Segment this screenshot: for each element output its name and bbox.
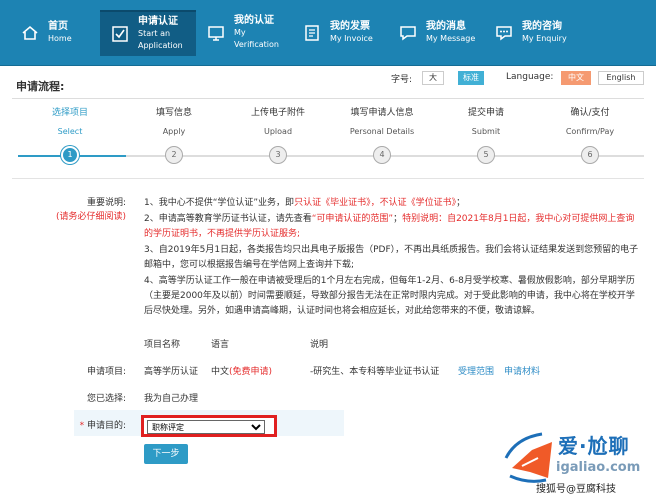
nav-start-en: Start an Application	[138, 29, 183, 50]
nav-start-cn: 申请认证	[138, 16, 178, 27]
language-label: Language:	[506, 72, 554, 82]
message-icon	[398, 23, 418, 43]
item-description: -研究生、本专科等毕业证书认证	[310, 367, 440, 377]
nav-home-en: Home	[48, 34, 72, 43]
divider	[12, 98, 644, 99]
lang-chinese-button[interactable]: 中文	[561, 71, 591, 85]
notice-1-a: 1、我中心不提供“学位认证”业务，即	[144, 198, 295, 208]
nav-invoice-en: My Invoice	[330, 34, 373, 43]
nav-invoice-cn: 我的发票	[330, 21, 370, 32]
page-title: 申请流程:	[16, 80, 65, 93]
notice-1-b: 只认证《毕业证书》，不认证《学位证书》	[294, 198, 457, 208]
notice-label: 重要说明: (请务必仔细阅读)	[56, 196, 126, 224]
item-language: 中文(免费申请)	[211, 364, 272, 377]
scope-range-link[interactable]: 受理范围	[458, 364, 494, 377]
apply-item-label: 申请项目:	[86, 367, 126, 377]
step-4-circle: 4	[373, 146, 391, 164]
nav-my-message[interactable]: 我的消息 My Message	[388, 0, 484, 66]
step-3-circle: 3	[269, 146, 287, 164]
watermark-brand: 爱·尬聊	[558, 434, 630, 458]
font-large-button[interactable]: 大	[422, 71, 444, 85]
notice-1-c: ；	[456, 198, 466, 208]
step-personal-cn: 填写申请人信息	[350, 108, 414, 118]
nav-my-invoice[interactable]: 我的发票 My Invoice	[292, 0, 388, 66]
enquiry-icon	[494, 23, 514, 43]
notice-text: 1、我中心不提供“学位认证”业务，即只认证《毕业证书》，不认证《学位证书》； 2…	[144, 196, 640, 320]
lang-english-button[interactable]: English	[598, 71, 644, 85]
purpose-label-text: 申请目的:	[86, 421, 126, 431]
step-confirm-pay: 确认/支付 Confirm/Pay	[545, 107, 635, 138]
notice-2-a: 2、申请高等教育学历证书认证，请先查看	[144, 214, 312, 224]
notice-1: 1、我中心不提供“学位认证”业务，即只认证《毕业证书》，不认证《学位证书》；	[144, 196, 640, 211]
step-select-cn: 选择项目	[51, 108, 88, 118]
notice-4: 4、高等学历认证工作一般在申请被受理后的1个月左右完成，但每年1-2月、6-8月…	[144, 276, 635, 316]
purpose-label: * 申请目的:	[80, 418, 126, 431]
monitor-icon	[206, 23, 226, 43]
col-header-lang: 语言	[211, 340, 230, 350]
choice-label: 您已选择:	[86, 394, 126, 404]
checkbox-icon	[110, 24, 130, 44]
step-submit: 提交申请 Submit	[441, 107, 531, 138]
notice-3: 3、自2019年5月1日起，各类报告均只出具电子版报告（PDF），不再出具纸质报…	[144, 245, 639, 270]
nav-start-application[interactable]: 申请认证 Start an Application	[100, 10, 196, 56]
step-confirm-en: Confirm/Pay	[565, 127, 615, 136]
nav-verif-en: My Verification	[234, 28, 279, 49]
step-submit-cn: 提交申请	[467, 108, 504, 118]
nav-enquiry-en: My Enquiry	[522, 34, 567, 43]
step-2-circle: 2	[165, 146, 183, 164]
item-free-text: (免费申请)	[229, 367, 273, 377]
divider	[12, 178, 644, 179]
scope-link[interactable]: “可申请认证的范围”	[312, 214, 393, 224]
item-name: 高等学历认证	[144, 367, 199, 377]
step-personal-en: Personal Details	[349, 127, 415, 136]
required-star: *	[79, 421, 85, 431]
step-personal-details: 填写申请人信息 Personal Details	[337, 107, 427, 138]
invoice-icon	[302, 23, 322, 43]
step-6-circle: 6	[581, 146, 599, 164]
nav-verif-cn: 我的认证	[234, 15, 274, 26]
purpose-highlight: 职称评定	[141, 415, 277, 437]
notice-label-note: (请务必仔细阅读)	[55, 212, 126, 222]
item-lang-text: 中文	[211, 367, 230, 377]
notice-2-c: ；	[393, 214, 403, 224]
step-apply-en: Apply	[162, 127, 186, 136]
nav-enquiry-cn: 我的咨询	[522, 21, 562, 32]
megaphone-logo-icon	[504, 432, 552, 483]
materials-link[interactable]: 申请材料	[504, 364, 540, 377]
font-standard-button[interactable]: 标准	[458, 71, 484, 85]
next-button[interactable]: 下一步	[144, 444, 188, 464]
step-upload-cn: 上传电子附件	[250, 108, 305, 118]
purpose-select[interactable]: 职称评定	[147, 420, 265, 434]
notice-label-text: 重要说明:	[86, 198, 126, 208]
nav-home[interactable]: 首页 Home	[0, 0, 100, 66]
nav-home-cn: 首页	[48, 21, 68, 32]
step-submit-en: Submit	[471, 127, 501, 136]
step-upload-en: Upload	[263, 127, 293, 136]
watermark-byline: 搜狐号@豆腐科技	[536, 484, 616, 495]
nav-message-en: My Message	[426, 34, 476, 43]
watermark-url: igaliao.com	[556, 460, 641, 475]
home-icon	[20, 23, 40, 43]
step-upload: 上传电子附件 Upload	[233, 107, 323, 138]
step-1-circle: 1	[61, 146, 79, 164]
nav-message-cn: 我的消息	[426, 21, 466, 32]
choice-value: 我为自己办理	[144, 394, 199, 404]
step-apply-cn: 填写信息	[155, 108, 192, 118]
nav-my-verification[interactable]: 我的认证 My Verification	[196, 0, 292, 66]
notice-2: 2、申请高等教育学历证书认证，请先查看“可申请认证的范围”；特别说明：自2021…	[144, 212, 640, 242]
col-header-name: 项目名称	[144, 340, 181, 350]
step-confirm-cn: 确认/支付	[570, 108, 610, 118]
step-select: 选择项目 Select	[25, 107, 115, 138]
font-size-label: 字号:	[391, 75, 413, 85]
col-header-desc: 说明	[310, 340, 329, 350]
step-5-circle: 5	[477, 146, 495, 164]
step-apply: 填写信息 Apply	[129, 107, 219, 138]
step-select-en: Select	[57, 127, 83, 136]
top-nav: 首页 Home 申请认证 Start an Application 我的认证 My V…	[0, 0, 656, 66]
nav-my-enquiry[interactable]: 我的咨询 My Enquiry	[484, 0, 580, 66]
